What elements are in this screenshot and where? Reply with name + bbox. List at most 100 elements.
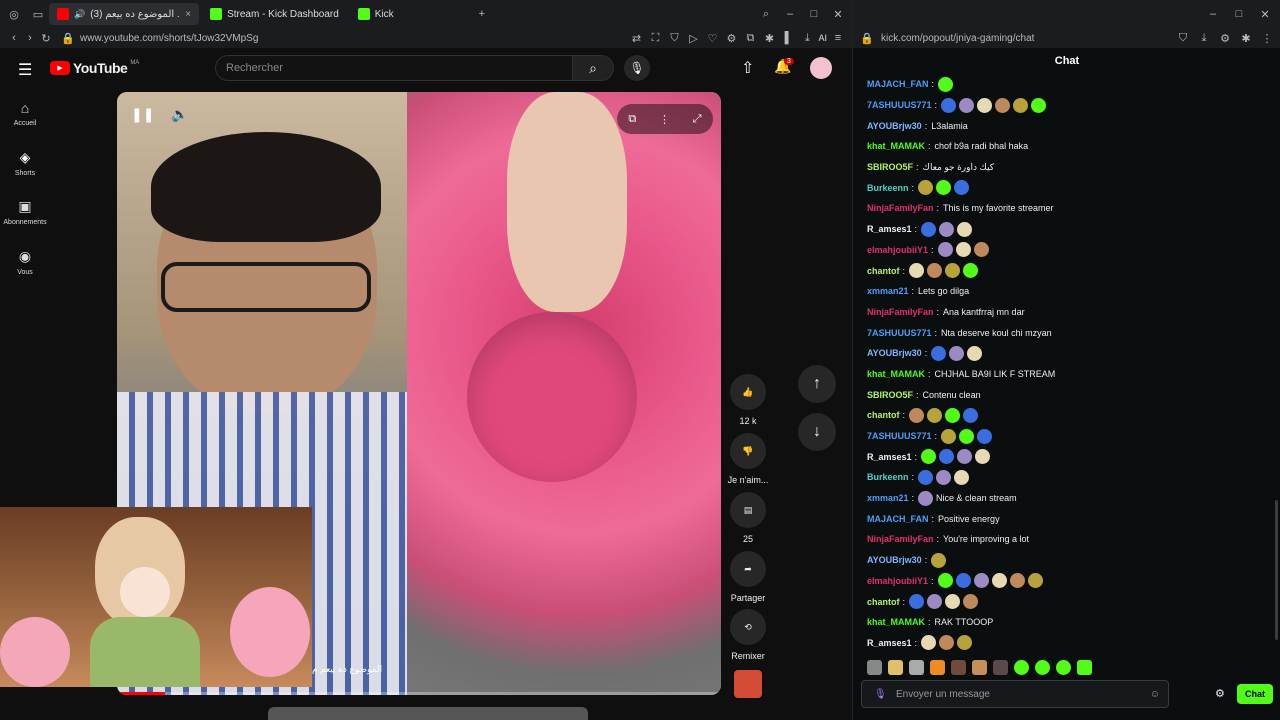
chat-username[interactable]: chantof (867, 597, 900, 607)
emote-icon[interactable] (972, 660, 987, 675)
like-action[interactable]: 👍 12 k (726, 374, 770, 426)
chat-message-input[interactable]: 🎙 Envoyer un message ☺ (861, 680, 1169, 708)
share-action[interactable]: ➦ Partager (726, 551, 770, 603)
ai-button[interactable]: AI (818, 33, 827, 43)
extensions-icon[interactable]: ✱ (1238, 30, 1254, 46)
chat-username[interactable]: elmahjoubiiY1 (867, 245, 928, 255)
close-window-icon[interactable]: ✕ (1257, 6, 1273, 22)
sidebar-item-shorts[interactable]: ◈ Shorts (0, 149, 50, 177)
chat-username[interactable]: MAJACH_FAN (867, 514, 929, 524)
youtube-logo[interactable]: ▶ YouTube MA (50, 60, 139, 76)
search-input[interactable]: Rechercher (215, 55, 573, 81)
emote-icon[interactable] (888, 660, 903, 675)
url-field[interactable]: kick.com/popout/jniya-gaming/chat (881, 33, 1034, 44)
chat-username[interactable]: chantof (867, 266, 900, 276)
remix-button[interactable]: ⟲ (730, 609, 766, 645)
channel-avatar[interactable] (734, 670, 762, 698)
scrollbar[interactable] (1275, 500, 1278, 640)
chat-username[interactable]: chantof (867, 410, 900, 420)
emote-icon[interactable] (993, 660, 1008, 675)
minimize-icon[interactable]: – (1205, 6, 1221, 22)
chat-username[interactable]: SBIROO5F (867, 162, 913, 172)
back-icon[interactable]: ‹ (6, 30, 22, 46)
emote-icon[interactable] (1014, 660, 1029, 675)
emoji-icon[interactable]: ☺ (1150, 689, 1160, 700)
tab-youtube[interactable]: 🔊 (3) الموضوع ده بيعم ... × (49, 3, 200, 25)
chat-username[interactable]: NinjaFamilyFan (867, 534, 934, 544)
screenshot-icon[interactable]: ⛶ (647, 30, 663, 46)
search-tabs-icon[interactable]: ⌕ (758, 6, 774, 22)
close-window-icon[interactable]: ✕ (830, 6, 846, 22)
reload-icon[interactable]: ↻ (38, 30, 54, 46)
menu-icon[interactable]: ≡ (830, 30, 846, 46)
upload-icon[interactable]: ⇧ (741, 58, 754, 78)
play-icon[interactable]: ▷ (685, 30, 701, 46)
chat-username[interactable]: Burkeenn (867, 472, 909, 482)
fullscreen-icon[interactable]: ⤢ (693, 113, 702, 126)
next-short-button[interactable]: ↓ (798, 413, 836, 451)
dislike-action[interactable]: 👎 Je n'aim... (726, 433, 770, 485)
chat-username[interactable]: AYOUBrjw30 (867, 348, 922, 358)
settings-icon[interactable]: ⚙ (723, 30, 739, 46)
download-icon[interactable]: ⤓ (799, 30, 815, 46)
chat-settings-icon[interactable]: ⚙ (1215, 687, 1225, 700)
shield-icon[interactable]: ⛉ (666, 30, 682, 46)
chat-username[interactable]: xmman21 (867, 493, 909, 503)
maximize-icon[interactable]: □ (806, 6, 822, 22)
close-icon[interactable]: × (185, 9, 191, 20)
chat-username[interactable]: MAJACH_FAN (867, 79, 929, 89)
comments-button[interactable]: ▤ (730, 492, 766, 528)
remix-action[interactable]: ⟲ Remixer (726, 609, 770, 661)
like-button[interactable]: 👍 (730, 374, 766, 410)
captions-icon[interactable]: ⧉ (628, 113, 636, 126)
chat-username[interactable]: SBIROO5F (867, 390, 913, 400)
extension-icon[interactable]: ⧉ (742, 30, 758, 46)
chat-username[interactable]: khat_MAMAK (867, 141, 925, 151)
chat-username[interactable]: R_amses1 (867, 224, 912, 234)
share-button[interactable]: ➦ (730, 551, 766, 587)
voice-search-button[interactable]: 🎙 (624, 55, 650, 81)
volume-button[interactable]: 🔈 (171, 106, 195, 130)
chat-username[interactable]: elmahjoubiiY1 (867, 576, 928, 586)
tab-kick-dashboard[interactable]: Stream - Kick Dashboard (202, 3, 347, 25)
chat-username[interactable]: 7ASHUUUS771 (867, 431, 932, 441)
chat-username[interactable]: NinjaFamilyFan (867, 203, 934, 213)
tab-kick[interactable]: Kick (350, 3, 470, 25)
sidebar-item-you[interactable]: ◉ Vous (0, 248, 50, 276)
chat-username[interactable]: khat_MAMAK (867, 369, 925, 379)
emote-icon[interactable] (930, 660, 945, 675)
more-options-icon[interactable]: ⋮ (659, 113, 670, 126)
emote-icon[interactable] (1035, 660, 1050, 675)
new-tab-icon[interactable]: + (474, 6, 490, 22)
bookmark-icon[interactable]: ♡ (704, 30, 720, 46)
chat-username[interactable]: R_amses1 (867, 638, 912, 648)
emote-icon[interactable] (1077, 660, 1092, 675)
forward-icon[interactable]: › (22, 30, 38, 46)
chat-username[interactable]: AYOUBrjw30 (867, 121, 922, 131)
maximize-icon[interactable]: □ (1231, 6, 1247, 22)
extensions-icon[interactable]: ✱ (761, 30, 777, 46)
sidebar-item-home[interactable]: ⌂ Accueil (0, 100, 50, 127)
hamburger-menu-icon[interactable]: ☰ (18, 60, 32, 80)
chat-username[interactable]: khat_MAMAK (867, 617, 925, 627)
minimize-icon[interactable]: – (782, 6, 798, 22)
url-field[interactable]: www.youtube.com/shorts/tJow32VMpSg (80, 33, 258, 44)
chat-username[interactable]: AYOUBrjw30 (867, 555, 922, 565)
chat-username[interactable]: NinjaFamilyFan (867, 307, 934, 317)
settings-icon[interactable]: ⚙ (1217, 30, 1233, 46)
sidebar-item-subscriptions[interactable]: ▣ Abonnements (0, 198, 50, 226)
pause-button[interactable]: ❚❚ (131, 106, 155, 130)
emote-icon[interactable] (951, 660, 966, 675)
shield-icon[interactable]: ⛉ (1175, 30, 1191, 46)
emote-icon[interactable] (1056, 660, 1071, 675)
chat-username[interactable]: R_amses1 (867, 452, 912, 462)
chat-username[interactable]: Burkeenn (867, 183, 909, 193)
avatar[interactable] (810, 57, 832, 79)
chat-username[interactable]: xmman21 (867, 286, 909, 296)
chat-username[interactable]: 7ASHUUUS771 (867, 100, 932, 110)
chat-username[interactable]: 7ASHUUUS771 (867, 328, 932, 338)
previous-short-button[interactable]: ↑ (798, 365, 836, 403)
emote-icon[interactable] (909, 660, 924, 675)
comments-action[interactable]: ▤ 25 (726, 492, 770, 544)
send-chat-button[interactable]: Chat (1237, 684, 1273, 704)
